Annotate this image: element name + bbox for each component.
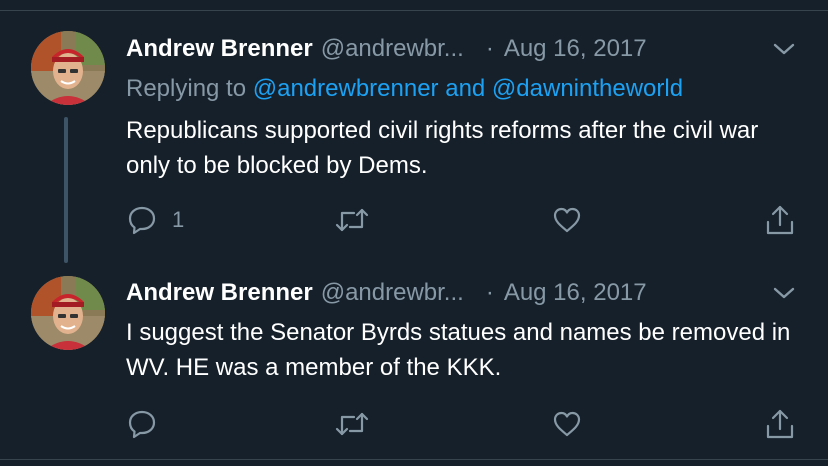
like-icon: [553, 207, 581, 233]
avatar[interactable]: [31, 31, 105, 105]
retweet-icon: [335, 412, 369, 436]
like-button[interactable]: [551, 406, 583, 442]
retweet-button[interactable]: [334, 406, 370, 442]
retweet-icon: [335, 208, 369, 232]
author-handle[interactable]: @andrewbr...: [321, 279, 464, 306]
tweet-1[interactable]: Andrew Brenner @andrewbr... · Aug 16, 2017 …: [0, 0, 828, 258]
tweet-text: I suggest the Senator Byrds statues and …: [126, 319, 791, 381]
share-icon: [766, 409, 794, 439]
avatar-image: [31, 31, 105, 105]
separator-dot: ·: [485, 35, 494, 62]
share-icon: [766, 205, 794, 235]
chevron-down-icon[interactable]: [772, 285, 796, 301]
reply-icon: [128, 206, 156, 235]
retweet-button[interactable]: [334, 202, 370, 238]
author-handle[interactable]: @andrewbr...: [321, 35, 464, 62]
reply-button[interactable]: 1: [126, 202, 184, 238]
tweet-header: Andrew Brenner @andrewbr... · Aug 16, 2017: [126, 34, 647, 64]
author-name[interactable]: Andrew Brenner: [126, 35, 313, 62]
bottom-divider: [0, 459, 828, 460]
share-button[interactable]: [764, 202, 796, 238]
reply-button[interactable]: [126, 406, 172, 442]
share-button[interactable]: [764, 406, 796, 442]
replying-to: Replying to @andrewbrenner and @dawninth…: [126, 74, 683, 104]
separator-dot: ·: [485, 279, 494, 306]
avatar[interactable]: [31, 276, 105, 350]
reply-count: 1: [172, 207, 185, 232]
author-name[interactable]: Andrew Brenner: [126, 279, 313, 306]
like-button[interactable]: [551, 202, 583, 238]
tweet-date[interactable]: Aug 16, 2017: [504, 279, 647, 306]
replying-users-link[interactable]: @andrewbrenner and @dawnintheworld: [253, 75, 683, 102]
replying-prefix: Replying to: [126, 75, 247, 102]
avatar-image: [31, 276, 105, 350]
tweet-date[interactable]: Aug 16, 2017: [504, 35, 647, 62]
like-icon: [553, 411, 581, 437]
tweet-2[interactable]: Andrew Brenner @andrewbr... · Aug 16, 2017 …: [0, 258, 828, 458]
reply-icon: [128, 410, 156, 439]
chevron-down-icon[interactable]: [772, 41, 796, 57]
tweet-header: Andrew Brenner @andrewbr... · Aug 16, 2017: [126, 278, 647, 308]
tweet-text: Republicans supported civil rights refor…: [126, 117, 759, 179]
